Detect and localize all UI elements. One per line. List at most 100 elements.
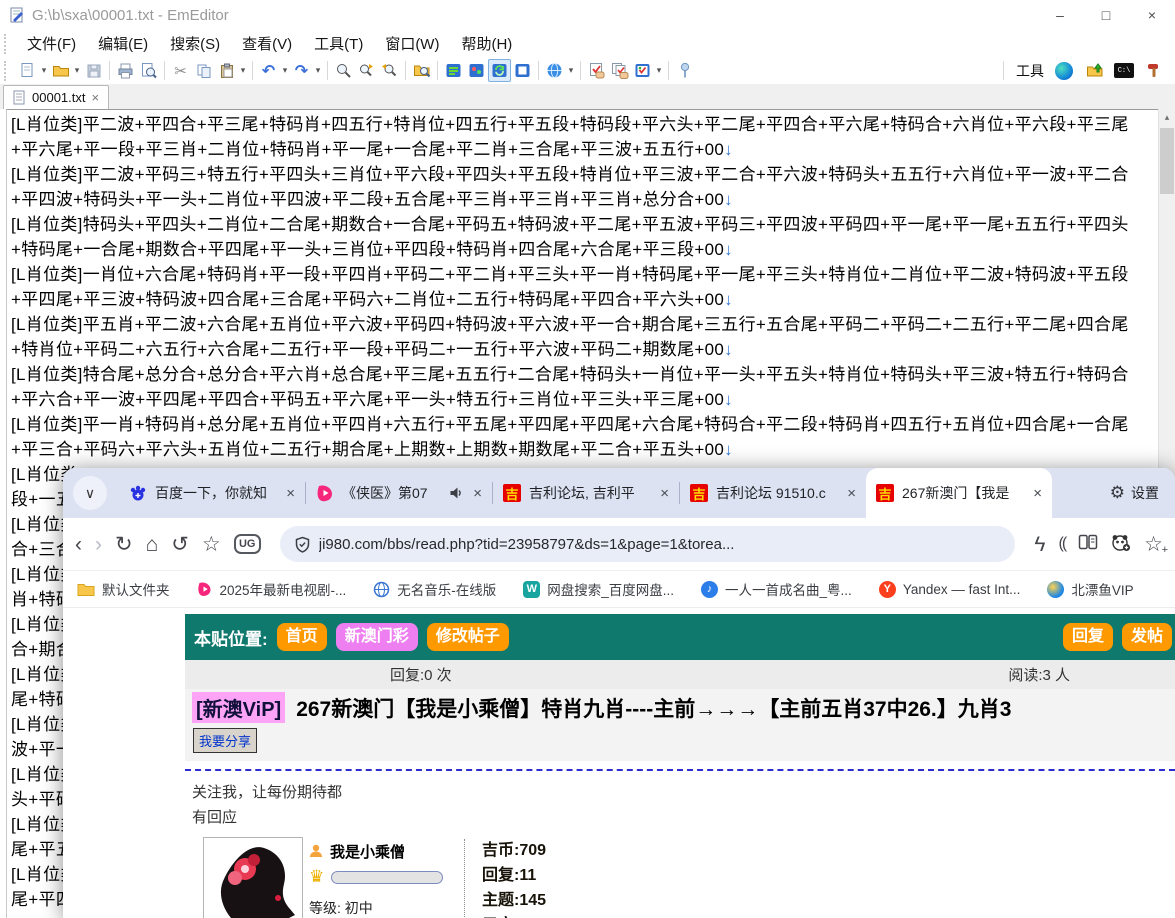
new-post-button[interactable]: 发帖 (1122, 623, 1172, 651)
tools-toolbar-label[interactable]: 工具 (1016, 61, 1044, 81)
browser-tab-jili-1[interactable]: 吉 吉利论坛, 吉利平 × (493, 468, 679, 518)
thread-title: 267新澳门【我是小乘僧】特肖九肖----主前→→→【主前五肖37中26.】九肖… (296, 693, 1011, 723)
bookmark-yandex[interactable]: Y Yandex — fast Int... (879, 581, 1021, 598)
new-file-icon[interactable] (16, 59, 39, 82)
stat-coins: 吉币:709 (482, 838, 555, 863)
open-dropdown-icon[interactable]: ▾ (72, 65, 82, 76)
scrollbar-thumb[interactable] (1160, 128, 1174, 194)
redo-icon[interactable]: ↷ (290, 59, 313, 82)
toolbar-grip (4, 61, 9, 81)
checkbox-options-icon[interactable] (631, 59, 654, 82)
copy-icon[interactable] (192, 59, 215, 82)
browser-tab-active[interactable]: 吉 267新澳门【我是 × (866, 468, 1052, 518)
find-in-files-icon[interactable] (410, 59, 433, 82)
paste-dropdown-icon[interactable]: ▾ (238, 65, 248, 76)
select-all-hand-icon[interactable] (608, 59, 631, 82)
close-icon[interactable]: × (1129, 0, 1175, 30)
minimize-icon[interactable]: – (1037, 0, 1083, 30)
panda-extension-icon[interactable] (1111, 533, 1131, 556)
wrap-lines-icon[interactable] (442, 59, 465, 82)
new-file-dropdown-icon[interactable]: ▾ (39, 65, 49, 76)
tab-close-icon[interactable]: × (1033, 485, 1042, 502)
browser-tab-video[interactable]: 《侠医》第07 × (306, 468, 492, 518)
poster-level: 等级: 初中 (309, 898, 443, 918)
newline-mark-icon: ↓ (724, 290, 733, 309)
tab-close-icon[interactable]: × (847, 485, 856, 502)
options-dropdown-icon[interactable]: ▾ (654, 65, 664, 76)
gear-icon: ⚙ (1110, 483, 1125, 503)
back-icon[interactable]: ‹ (75, 534, 82, 555)
encoding-icon[interactable] (465, 59, 488, 82)
url-text[interactable]: ji980.com/bbs/read.php?tid=23958797&ds=1… (319, 536, 735, 553)
menu-help[interactable]: 帮助(H) (450, 33, 523, 54)
export-folder-icon[interactable] (1083, 59, 1106, 82)
performance-lightning-icon[interactable]: ϟ (1034, 534, 1045, 555)
new-window-icon[interactable] (511, 59, 534, 82)
browser-settings[interactable]: ⚙ 设置 (1110, 483, 1159, 503)
reload-icon[interactable] (488, 59, 511, 82)
bookmark-beipiaoyu[interactable]: 北漂鱼VIP (1047, 579, 1133, 599)
bookmark-folder[interactable]: 默认文件夹 (77, 579, 170, 599)
reading-list-icon[interactable] (1078, 533, 1098, 555)
read-aloud-icon[interactable]: (( (1059, 536, 1066, 552)
open-folder-icon[interactable] (49, 59, 72, 82)
bookmark-tv-series[interactable]: 2025年最新电视剧-... (197, 579, 347, 599)
find-icon[interactable] (332, 59, 355, 82)
bookmark-music-site[interactable]: 无名音乐-在线版 (373, 579, 496, 599)
home-button[interactable]: 首页 (277, 623, 327, 651)
tab-close-icon[interactable]: × (286, 485, 295, 502)
cut-icon[interactable]: ✂ (169, 59, 192, 82)
undo-dropdown-icon[interactable]: ▾ (280, 65, 290, 76)
share-button[interactable]: 我要分享 (193, 728, 257, 753)
favorites-star-icon[interactable]: ☆ (202, 534, 221, 555)
bookmark-songs[interactable]: ♪ 一人一首成名曲_粤... (701, 579, 852, 599)
menu-search[interactable]: 搜索(S) (159, 33, 231, 54)
find-prev-icon[interactable] (378, 59, 401, 82)
add-favorite-star-icon[interactable]: ☆+ (1144, 534, 1163, 555)
undo-icon[interactable]: ↶ (257, 59, 280, 82)
menu-window[interactable]: 窗口(W) (374, 33, 450, 54)
browser-dropdown-icon[interactable]: ▾ (566, 65, 576, 76)
thread-stats-bar: 回复:0 次 阅读:3 人 (185, 660, 1175, 689)
reply-button[interactable]: 回复 (1063, 623, 1113, 651)
edit-post-button[interactable]: 修改帖子 (427, 623, 509, 651)
browser-tab-jili-2[interactable]: 吉 吉利论坛 91510.c × (680, 468, 866, 518)
tab-audio-icon[interactable] (447, 484, 465, 502)
print-preview-icon[interactable] (137, 59, 160, 82)
tab-close-icon[interactable]: × (473, 485, 482, 502)
reload-icon[interactable]: ↻ (115, 534, 133, 555)
select-hand-icon[interactable] (585, 59, 608, 82)
recently-closed-icon[interactable]: ↺ (171, 534, 189, 555)
save-icon[interactable] (82, 59, 105, 82)
newline-mark-icon: ↓ (724, 340, 733, 359)
paste-icon[interactable] (215, 59, 238, 82)
edge-browser-icon[interactable] (1052, 59, 1075, 82)
tab-search-icon[interactable]: ∨ (73, 476, 107, 510)
menu-view[interactable]: 查看(V) (231, 33, 303, 54)
scroll-up-icon[interactable]: ▴ (1159, 109, 1175, 126)
pin-icon[interactable] (673, 59, 696, 82)
bookmark-pan-search[interactable]: W 网盘搜索_百度网盘... (523, 579, 674, 599)
menu-tools[interactable]: 工具(T) (303, 33, 374, 54)
tab-00001-txt[interactable]: 00001.txt × (3, 85, 109, 109)
print-icon[interactable] (114, 59, 137, 82)
find-next-icon[interactable] (355, 59, 378, 82)
home-icon[interactable]: ⌂ (146, 534, 159, 555)
forward-icon[interactable]: › (95, 534, 102, 555)
command-prompt-icon[interactable]: C:\ (1114, 63, 1134, 78)
poster-username[interactable]: 我是小乘僧 (330, 841, 405, 862)
browser-tab-baidu[interactable]: 百度一下，你就知 × (119, 468, 305, 518)
address-bar[interactable]: ji980.com/bbs/read.php?tid=23958797&ds=1… (280, 526, 1016, 562)
new-macau-button[interactable]: 新澳门彩 (336, 623, 418, 651)
menu-file[interactable]: 文件(F) (16, 33, 87, 54)
menu-edit[interactable]: 编辑(E) (87, 33, 159, 54)
browser-preview-icon[interactable] (543, 59, 566, 82)
redo-dropdown-icon[interactable]: ▾ (313, 65, 323, 76)
hammer-icon[interactable] (1142, 59, 1165, 82)
tab-close-icon[interactable]: × (92, 90, 100, 105)
vip-badge: [新澳ViP] (192, 692, 285, 723)
text-line: [L肖位类]平二波+平码三+特五行+平四头+三肖位+平六段+平四头+平五段+特肖… (11, 162, 1155, 212)
ug-extension-icon[interactable]: UG (234, 534, 261, 554)
maximize-icon[interactable]: □ (1083, 0, 1129, 30)
tab-close-icon[interactable]: × (660, 485, 669, 502)
